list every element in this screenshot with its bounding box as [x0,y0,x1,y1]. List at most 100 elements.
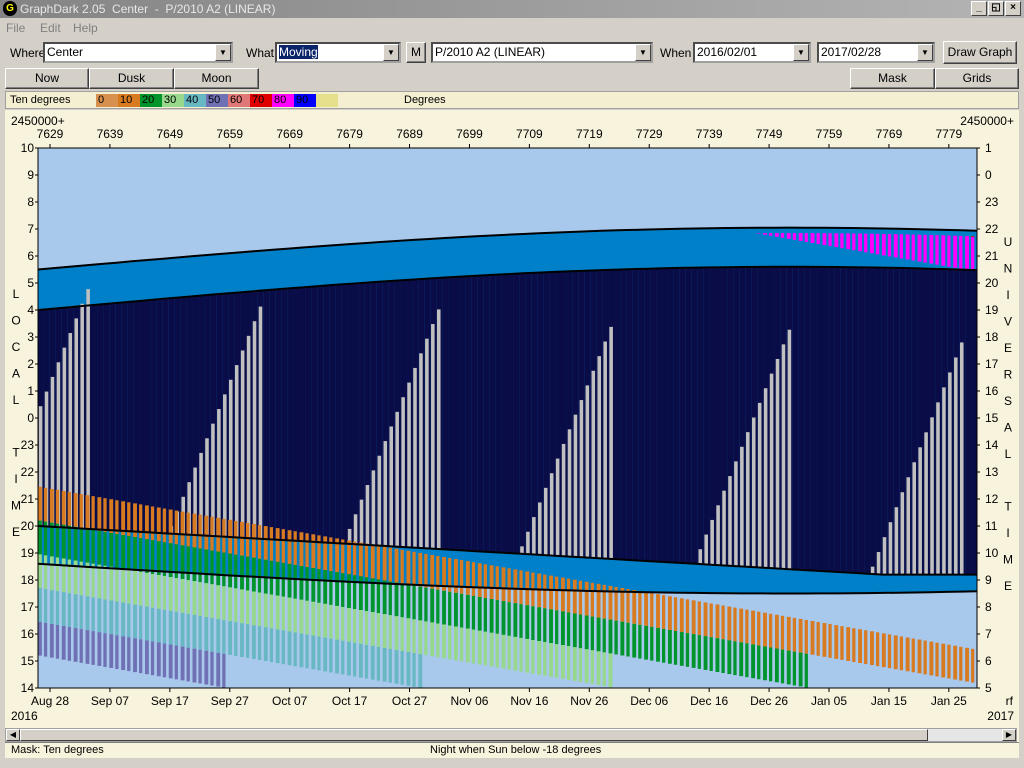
altitude-band-segment [287,530,292,564]
altitude-band-segment [251,591,256,626]
altitude-band-segment [578,580,583,615]
left-axis-title-letter: C [12,340,21,354]
dusk-button[interactable]: Dusk [89,68,174,89]
scroll-left-icon[interactable]: ◀ [6,729,20,741]
right-axis-title-letter: M [1003,553,1013,567]
now-button[interactable]: Now [5,68,89,89]
altitude-band-segment [887,634,892,669]
night-column [673,267,681,563]
night-column [703,267,710,565]
restore-button[interactable]: ◱ [988,1,1004,16]
horizontal-scrollbar[interactable]: ◀ ▶ [5,728,1017,742]
altitude-band-segment [650,593,654,627]
altitude-band-segment [222,552,226,587]
altitude-band-segment [192,581,197,615]
night-column [875,267,883,575]
night-column [852,267,859,574]
moon-button[interactable]: Moon [174,68,259,89]
altitude-band-segment [210,651,214,686]
altitude-band-segment [608,619,613,654]
end-date-select[interactable]: 2017/02/28 ▼ [817,42,935,63]
local-time-tick-label: 7 [27,222,34,236]
right-axis-title-letter: U [1004,235,1013,249]
chevron-down-icon[interactable]: ▼ [215,44,231,61]
altitude-band-segment [489,565,494,600]
altitude-band-segment [329,638,333,673]
altitude-band-segment [899,234,904,259]
scroll-thumb[interactable] [20,729,928,741]
what-select[interactable]: Moving ▼ [275,42,401,63]
chevron-down-icon[interactable]: ▼ [383,44,399,61]
altitude-band-segment [792,617,797,652]
night-column [501,274,508,553]
moonlight-column [520,546,524,554]
altitude-band-segment [768,613,773,648]
altitude-band-segment [727,606,732,641]
night-column [870,267,877,575]
chevron-down-icon[interactable]: ▼ [635,44,651,61]
universal-time-tick-label: 10 [985,546,999,560]
altitude-band-segment [347,540,351,575]
altitude-band-segment [590,616,594,651]
altitude-band-segment [798,233,803,241]
object-select[interactable]: P/2010 A2 (LINEAR) ▼ [431,42,653,63]
moonlight-column [383,441,388,546]
altitude-band-segment [210,584,214,619]
altitude-band-segment [864,630,868,665]
altitude-band-segment [810,233,815,243]
chevron-down-icon[interactable]: ▼ [793,44,809,61]
altitude-band-segment [55,624,60,659]
scroll-right-icon[interactable]: ▶ [1002,729,1016,741]
altitude-band-segment [549,609,553,644]
altitude-band-segment [881,233,886,256]
altitude-band-segment [144,572,149,607]
altitude-band-segment [459,593,464,628]
grids-button[interactable]: Grids [935,68,1019,89]
where-select[interactable]: Center ▼ [43,42,233,63]
moonlight-column [597,356,602,559]
m-button[interactable]: M [406,42,426,63]
altitude-band-segment [691,600,696,635]
night-column [881,267,889,575]
altitude-band-segment [673,631,678,665]
altitude-band-segment [216,619,221,653]
altitude-band-segment [299,532,304,567]
local-time-tick-label: 9 [27,168,34,182]
altitude-band-segment [61,558,66,593]
start-date-select[interactable]: 2016/02/01 ▼ [693,42,811,63]
moonlight-column [395,411,399,547]
altitude-band-segment [335,639,340,674]
mask-button[interactable]: Mask [850,68,935,89]
altitude-band-segment [198,514,202,549]
right-axis-title-letter: T [1004,500,1012,514]
altitude-band-segment [596,617,601,652]
menu-edit[interactable]: Edit [40,21,61,35]
night-column [798,266,806,571]
menu-help[interactable]: Help [73,21,98,35]
altitude-band-segment [519,570,523,605]
chevron-down-icon[interactable]: ▼ [917,44,933,61]
altitude-band-segment [299,566,304,600]
altitude-band-segment [953,645,958,680]
local-time-tick-label: 16 [21,627,35,641]
draw-graph-button[interactable]: Draw Graph [943,41,1017,64]
altitude-band-segment [947,235,951,267]
altitude-band-segment [347,608,351,642]
local-time-tick-label: 4 [27,303,34,317]
moonlight-column [751,417,756,568]
altitude-band-segment [459,560,464,594]
minimize-button[interactable]: _ [971,1,987,16]
altitude-band-segment [911,234,915,261]
altitude-band-segment [763,646,767,681]
altitude-band-segment [424,621,428,656]
altitude-band-segment [150,540,155,574]
altitude-band-segment [442,624,446,659]
night-column [804,266,811,571]
altitude-band-segment [774,233,779,237]
altitude-band-segment [448,625,452,660]
altitude-band-segment [650,626,654,661]
menu-file[interactable]: File [6,21,25,35]
jd-tick-label: 7629 [37,127,64,141]
altitude-band-segment [323,603,328,638]
close-button[interactable]: × [1005,1,1021,16]
